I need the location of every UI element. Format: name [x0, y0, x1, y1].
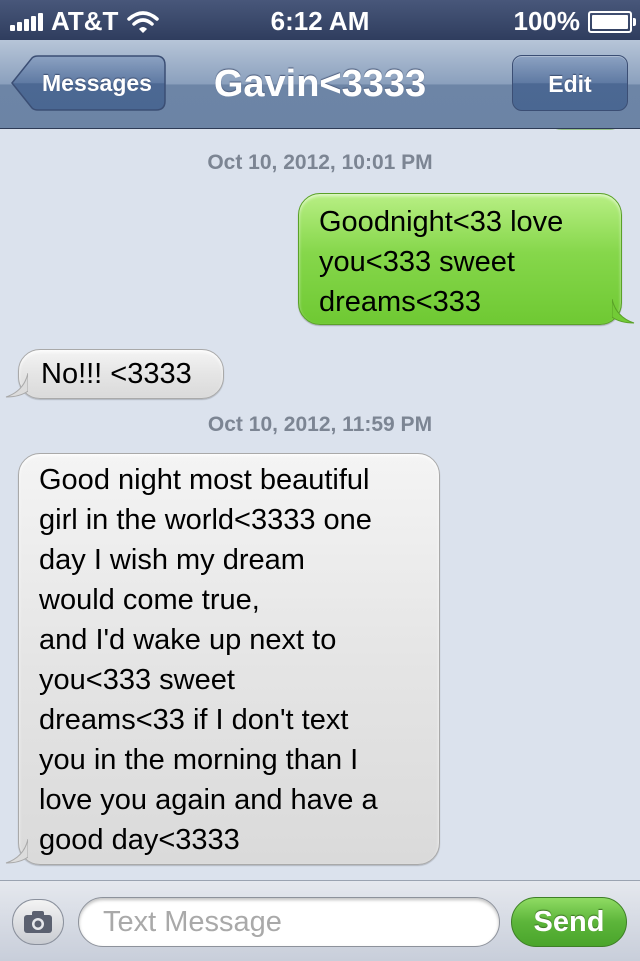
camera-button[interactable]: [12, 899, 64, 945]
timestamp: Oct 10, 2012, 10:01 PM: [207, 151, 433, 174]
back-button-label: Messages: [42, 70, 152, 96]
status-bar: AT&T 6:12 AM 100%: [0, 0, 640, 40]
outgoing-bubble-tail: [612, 299, 635, 324]
back-to-messages-button[interactable]: Messages: [10, 55, 166, 111]
navigation-bar: Gavin<3333 Messages Edit: [0, 40, 640, 129]
incoming-message-bubble[interactable]: No!!! <3333: [18, 349, 224, 399]
outgoing-message-bubble[interactable]: Goodnight<33 love you<333 sweet dreams<3…: [298, 193, 622, 325]
camera-icon: [24, 911, 52, 933]
conversation-view[interactable]: Oct 10, 2012, 10:01 PM Goodnight<33 love…: [0, 129, 640, 880]
send-button[interactable]: Send: [511, 897, 627, 947]
timestamp: Oct 10, 2012, 11:59 PM: [207, 413, 433, 436]
message-text: Goodnight<33 love you<333 sweet dreams<3…: [319, 206, 564, 318]
incoming-message-bubble[interactable]: Good night most beautiful girl in the wo…: [18, 453, 440, 865]
message-input-bar: Text Message Send: [0, 880, 640, 961]
text-message-input[interactable]: Text Message: [78, 897, 500, 947]
status-right: 100%: [513, 6, 636, 37]
incoming-bubble-tail: [5, 373, 28, 398]
message-text: No!!! <3333: [41, 358, 192, 390]
battery-icon: [588, 10, 636, 33]
message-text: Good night most beautiful girl in the wo…: [39, 464, 378, 856]
incoming-bubble-tail: [5, 839, 28, 864]
battery-percent: 100%: [513, 6, 581, 36]
edit-button[interactable]: Edit: [512, 55, 628, 111]
previous-message-bubble-fragment: [555, 129, 615, 130]
